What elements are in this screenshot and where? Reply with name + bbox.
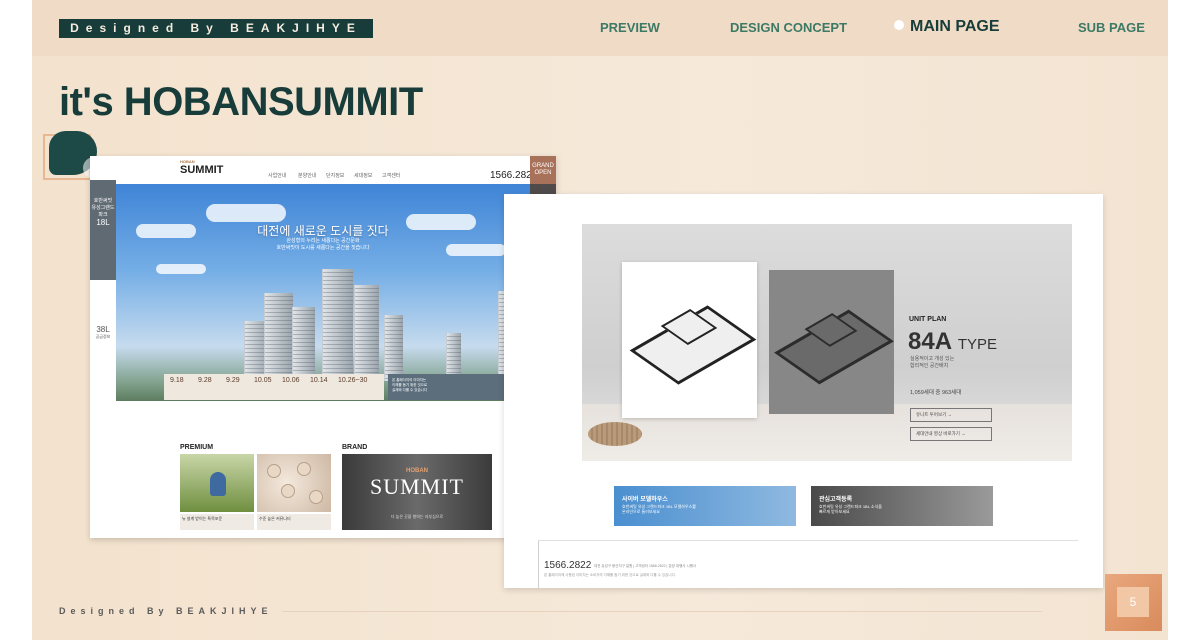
unit-tour-button[interactable]: 유니트 투어보기 → <box>910 408 992 422</box>
left-badge-2: 38L 공급정보 <box>95 325 111 340</box>
page-number: 5 <box>1117 587 1149 617</box>
unit-plan-panel: UNIT PLAN 84A TYPE 실용적이고 개성 있는 합리적인 공간배치 … <box>582 224 1072 461</box>
nav-design-concept[interactable]: DESIGN CONCEPT <box>730 20 847 35</box>
schedule-date: 10.05 <box>254 377 272 384</box>
nav-sub-page[interactable]: SUB PAGE <box>1078 20 1145 35</box>
footer-brand: Designed By BEAKJIHYE <box>59 606 273 616</box>
schedule-date: 9.29 <box>226 377 240 384</box>
premium-photo-1[interactable] <box>180 454 254 512</box>
video-button[interactable]: 세대안내 영상 바로가기 → <box>910 427 992 441</box>
premium-caption-2[interactable]: 수준 높은 커뮤니티 <box>257 514 331 530</box>
unit-type: 84A TYPE <box>908 328 997 355</box>
site-menu-item[interactable]: 분양안내 <box>298 172 316 179</box>
unit-plan-label: UNIT PLAN <box>909 316 947 323</box>
schedule-date: 10.06 <box>282 377 300 384</box>
schedule-date: 10.14 <box>310 377 328 384</box>
grand-open-badge[interactable]: GRAND OPEN <box>530 156 556 184</box>
site-logo[interactable]: HOBAN SUMMIT <box>180 159 223 176</box>
nav-main-page[interactable]: MAIN PAGE <box>894 18 999 36</box>
brand-tagline: 더 높은 곳을 향하는 자부심으로 <box>390 514 444 519</box>
main-page-preview: 호반써밋 유성그랜드 파크 18L 38L 공급정보 HOBAN SUMMIT 사업안내 … <box>90 156 556 538</box>
left-badge: 호반써밋 유성그랜드 파크 18L <box>90 180 116 280</box>
brand-banner[interactable]: HOBAN SUMMIT 더 높은 곳을 향하는 자부심으로 <box>342 454 492 530</box>
floorplan-light[interactable] <box>622 262 757 418</box>
floorplan-dark[interactable] <box>769 270 894 414</box>
page-number-badge: 5 <box>1105 574 1162 631</box>
site-menu-item[interactable]: 고객센터 <box>382 172 400 179</box>
schedule-date: 9.28 <box>198 377 212 384</box>
nav-preview[interactable]: PREVIEW <box>600 20 660 35</box>
footer-divider <box>282 611 1042 612</box>
hero-title: 대전에 새로운 도시를 짓다 <box>257 224 389 238</box>
slide: Designed By BEAKJIHYE PREVIEW DESIGN CON… <box>32 0 1168 640</box>
footer-info: 대전 유성구 봉산지구 일원 | 고객센터 1566.2822 | 분양 대행사… <box>594 564 697 568</box>
schedule-date: 10.26~30 <box>338 377 368 384</box>
schedule-strip: 9.18 9.28 9.29 10.05 10.06 10.14 10.26~3… <box>164 374 384 400</box>
unit-description: 실용적이고 개성 있는 합리적인 공간배치 <box>910 356 955 369</box>
site-footer-divider <box>538 540 1078 541</box>
hero-subtitle: 완성형의 누리는 새롭다는 공간문화 호반써밋이 도시를 새롭다는 공간을 짓습니… <box>276 238 370 251</box>
premium-photo-2[interactable] <box>257 454 331 512</box>
site-menu-item[interactable]: 단지정보 <box>326 172 344 179</box>
footer-disclaimer: 본 홈페이지에 사용된 이미지는 소비자의 이해를 돕기 위한 것으로 실제와 … <box>544 573 676 577</box>
footer-phone: 1566.2822 <box>544 560 592 571</box>
top-bar: Designed By BEAKJIHYE PREVIEW DESIGN CON… <box>32 0 1168 56</box>
site-menu-item[interactable]: 세대정보 <box>354 172 372 179</box>
premium-caption-1[interactable]: 뉴 설계 받이는 특목포운 <box>180 514 254 530</box>
unit-count: 1,059세대 중 963세대 <box>910 390 962 396</box>
page-title: it's HOBANSUMMIT <box>59 80 423 124</box>
active-dot-icon <box>894 20 904 30</box>
brand-name: SUMMIT <box>369 474 464 499</box>
schedule-date: 9.18 <box>170 377 184 384</box>
pouf-decor <box>588 422 642 446</box>
premium-heading: PREMIUM <box>180 444 214 451</box>
brand-pill: Designed By BEAKJIHYE <box>59 19 373 38</box>
sub-page-preview: UNIT PLAN 84A TYPE 실용적이고 개성 있는 합리적인 공간배치 … <box>504 194 1103 588</box>
nav-main-page-label: MAIN PAGE <box>910 18 1000 35</box>
interest-register-card[interactable]: 관심고객등록 호반써밋 유성 그랜드파크 1BL 소식을 빠르게 받아보세요 <box>811 486 993 526</box>
brand-heading: BRAND <box>342 444 368 451</box>
site-header: HOBAN SUMMIT 사업안내 분양안내 단지정보 세대정보 고객센터 156… <box>116 156 556 184</box>
cyber-modelhouse-card[interactable]: 사이버 모델하우스 호반써밋 유성 그랜드파크 1BL 모델하우스를 온라인으로 … <box>614 486 796 526</box>
site-menu-item[interactable]: 사업안내 <box>268 172 286 179</box>
hero-banner: 대전에 새로운 도시를 짓다 완성형의 누리는 새롭다는 공간문화 호반써밋이 도… <box>116 184 530 401</box>
